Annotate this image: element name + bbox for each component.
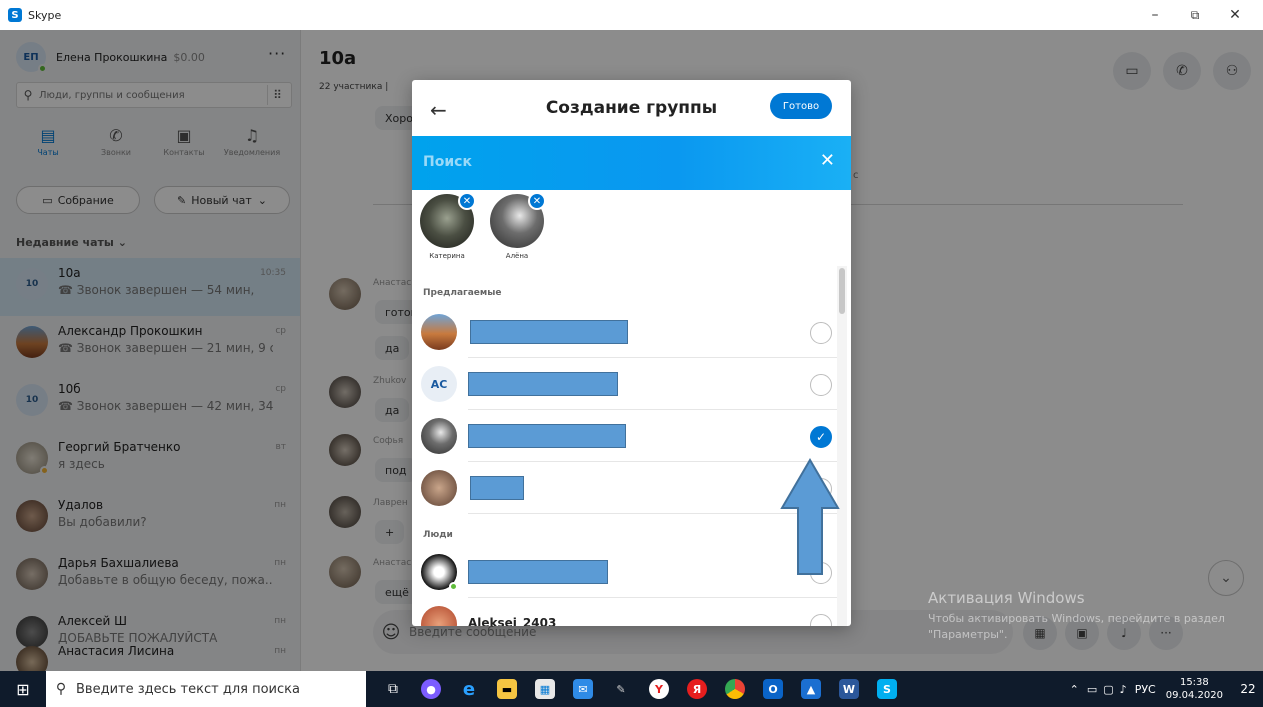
- online-status-icon: [449, 582, 458, 591]
- taskbar-search-input[interactable]: Введите здесь текст для поиска: [76, 682, 300, 697]
- activation-watermark-title: Активация Windows: [928, 589, 1085, 607]
- annotation-arrow-icon: [780, 458, 840, 575]
- select-radio-checked[interactable]: ✓: [810, 426, 832, 448]
- search-bar[interactable]: Поиск ✕: [412, 136, 851, 190]
- clock-date: 09.04.2020: [1165, 690, 1223, 701]
- task-view-icon[interactable]: ⧉: [374, 671, 412, 707]
- selected-contact[interactable]: ✕ Алёна: [487, 192, 547, 260]
- chrome-icon[interactable]: [716, 671, 754, 707]
- avatar: AC: [421, 366, 457, 402]
- yandex-icon[interactable]: Я: [678, 671, 716, 707]
- select-radio[interactable]: [810, 322, 832, 344]
- scrollbar-thumb[interactable]: [839, 268, 845, 314]
- contact-row[interactable]: [412, 462, 837, 514]
- contact-row[interactable]: ✓: [412, 410, 837, 462]
- mail-icon[interactable]: ✉: [564, 671, 602, 707]
- windows-start-icon[interactable]: ⊞: [0, 671, 46, 707]
- select-radio[interactable]: [810, 374, 832, 396]
- contact-row[interactable]: [412, 306, 837, 358]
- search-input[interactable]: Поиск: [423, 154, 472, 170]
- avatar: [421, 470, 457, 506]
- selected-contact-name: Катерина: [429, 252, 465, 260]
- clock-time: 15:38: [1179, 677, 1209, 688]
- taskbar-apps: ⧉ ● e ▬ ▦ ✉ ✎ Y Я O ▲ W S: [374, 671, 906, 707]
- notification-count: 22: [1240, 682, 1256, 696]
- avatar: ✕: [420, 192, 476, 248]
- outlook-icon[interactable]: O: [754, 671, 792, 707]
- remove-icon[interactable]: ✕: [528, 192, 546, 210]
- restore-button[interactable]: ⧉: [1175, 0, 1215, 30]
- cortana-icon[interactable]: ●: [412, 671, 450, 707]
- redacted-name: [468, 372, 618, 396]
- redacted-name: [470, 320, 628, 344]
- language-indicator[interactable]: РУС: [1135, 683, 1156, 696]
- done-button[interactable]: Готово: [770, 93, 832, 119]
- contact-row[interactable]: Aleksei_2403: [412, 598, 837, 626]
- back-arrow-icon[interactable]: ←: [430, 98, 447, 122]
- volume-icon[interactable]: ♪: [1120, 683, 1127, 696]
- suggested-section-header: Предлагаемые: [423, 288, 502, 298]
- taskbar-search[interactable]: ⚲ Введите здесь текст для поиска: [46, 671, 366, 707]
- clock[interactable]: 15:38 09.04.2020: [1166, 676, 1223, 702]
- contact-row[interactable]: [412, 546, 837, 598]
- remove-icon[interactable]: ✕: [458, 192, 476, 210]
- system-tray: ⌃ ▭ ▢ ♪ РУС 15:38 09.04.2020 22: [1070, 671, 1263, 707]
- skype-logo-icon: S: [8, 8, 22, 22]
- contact-row[interactable]: AC: [412, 358, 837, 410]
- skype-taskbar-icon[interactable]: S: [868, 671, 906, 707]
- contact-name: Aleksei_2403: [468, 616, 557, 626]
- avatar: [421, 418, 457, 454]
- battery-icon[interactable]: ▭: [1087, 683, 1097, 696]
- minimize-button[interactable]: –: [1135, 0, 1175, 30]
- selected-contact[interactable]: ✕ Катерина: [417, 192, 477, 260]
- window-title: Skype: [28, 8, 62, 22]
- title-bar: S Skype – ⧉ ✕: [0, 0, 1263, 30]
- redacted-name: [470, 476, 524, 500]
- close-icon[interactable]: ✕: [820, 150, 835, 171]
- yandex-browser-icon[interactable]: Y: [640, 671, 678, 707]
- select-radio[interactable]: [810, 614, 832, 626]
- tray-expand-icon[interactable]: ⌃: [1070, 683, 1079, 696]
- file-explorer-icon[interactable]: ▬: [488, 671, 526, 707]
- people-section-header: Люди: [423, 530, 453, 540]
- redacted-name: [468, 560, 608, 584]
- edge-icon[interactable]: e: [450, 671, 488, 707]
- notifications-icon[interactable]: 22: [1233, 671, 1263, 707]
- redacted-name: [468, 424, 626, 448]
- paint-icon[interactable]: ✎: [602, 671, 640, 707]
- selected-contact-name: Алёна: [505, 252, 529, 260]
- network-icon[interactable]: ▢: [1103, 683, 1113, 696]
- search-icon: ⚲: [55, 681, 67, 697]
- activation-watermark-text: Чтобы активировать Windows, перейдите в …: [928, 612, 1225, 641]
- avatar: [421, 554, 458, 591]
- avatar: ✕: [490, 192, 546, 248]
- close-button[interactable]: ✕: [1215, 0, 1255, 30]
- photos-icon[interactable]: ▲: [792, 671, 830, 707]
- avatar: [421, 314, 457, 350]
- checkmark-icon: ✓: [815, 430, 827, 444]
- store-icon[interactable]: ▦: [526, 671, 564, 707]
- word-icon[interactable]: W: [830, 671, 868, 707]
- avatar: [421, 606, 457, 626]
- taskbar: ⊞ ⚲ Введите здесь текст для поиска ⧉ ● e…: [0, 671, 1263, 707]
